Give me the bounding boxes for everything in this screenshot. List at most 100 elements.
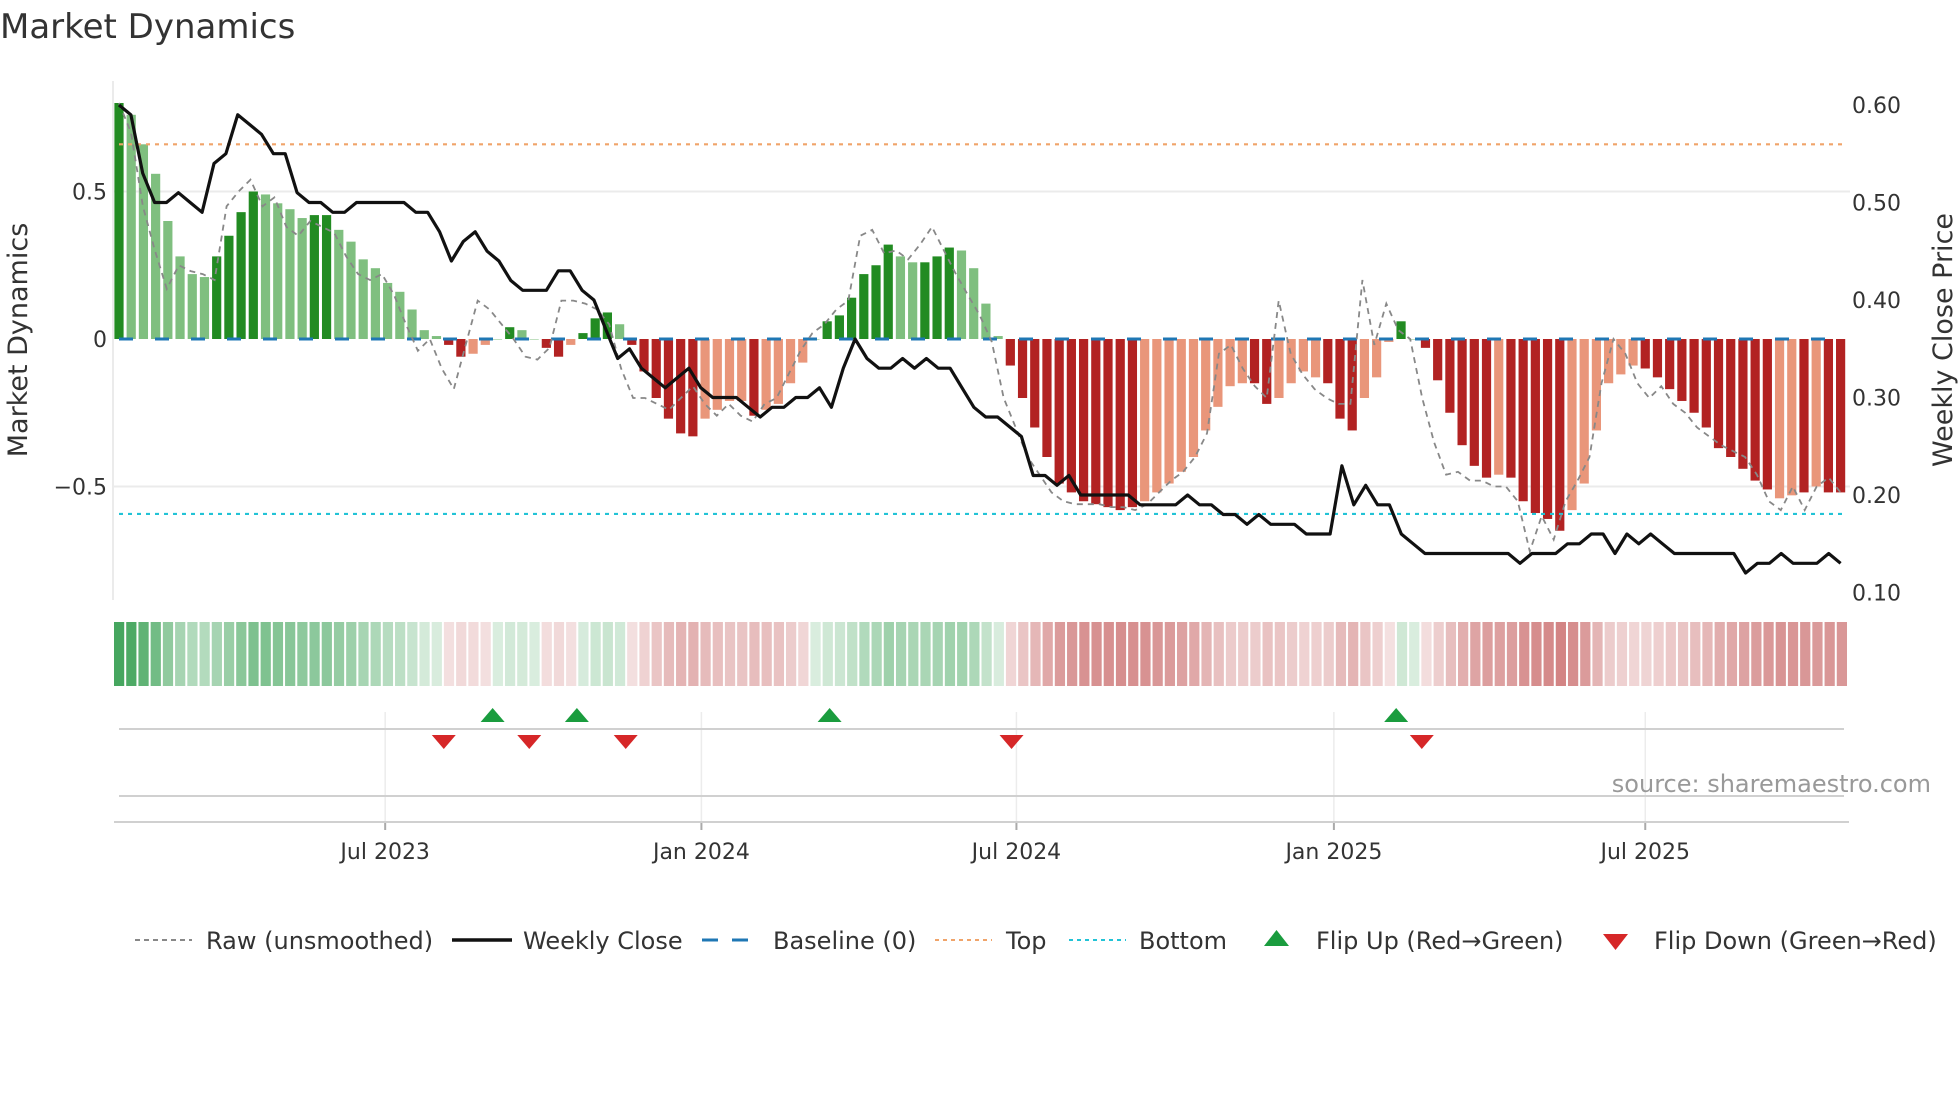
dynamics-bar xyxy=(1567,339,1577,511)
y-tick-label: −0.5 xyxy=(54,476,107,501)
heat-cell xyxy=(395,622,406,686)
dynamics-bar xyxy=(651,339,661,398)
heat-cell xyxy=(969,622,980,686)
dynamics-bar xyxy=(834,315,844,339)
dynamics-bar xyxy=(1604,339,1614,384)
heat-cell xyxy=(1384,622,1395,686)
dynamics-bar xyxy=(1103,339,1113,508)
heat-cell xyxy=(126,622,137,686)
heat-cell xyxy=(1800,622,1811,686)
heat-cell xyxy=(981,622,992,686)
heat-cell xyxy=(492,622,503,686)
heat-cell xyxy=(1299,622,1310,686)
dynamics-bar xyxy=(1335,339,1345,419)
dynamics-bar xyxy=(1811,339,1821,487)
dynamics-bar xyxy=(1249,339,1260,384)
dynamics-bar xyxy=(1689,339,1699,413)
heat-cell xyxy=(1335,622,1347,686)
legend: Raw (unsmoothed) Weekly Close Baseline (0)… xyxy=(135,927,1937,955)
x-tick-label: Jul 2023 xyxy=(338,840,430,865)
heat-cell xyxy=(346,622,357,686)
x-tick-label: Jan 2025 xyxy=(1283,840,1382,865)
heat-cell xyxy=(248,622,259,686)
y2-axis-title: Weekly Close Price xyxy=(1928,213,1959,467)
dynamics-bar xyxy=(895,256,906,339)
dynamics-bar xyxy=(883,244,893,339)
dynamics-bar xyxy=(297,218,307,339)
dynamics-bar xyxy=(1762,339,1772,490)
flip-up-marker xyxy=(564,708,589,722)
dynamics-bar xyxy=(1579,339,1589,484)
y2-tick-label: 0.50 xyxy=(1852,192,1901,217)
heat-cell xyxy=(1641,622,1652,686)
triangle-up-icon xyxy=(1264,930,1289,946)
dynamics-bar xyxy=(932,256,942,339)
heat-cell xyxy=(1067,622,1078,686)
heat-cell xyxy=(175,622,186,686)
heat-cell xyxy=(138,622,149,686)
heat-cell xyxy=(260,622,271,686)
dynamics-bar xyxy=(1701,339,1711,428)
dynamics-bar xyxy=(321,215,332,339)
heat-cell xyxy=(1665,622,1676,686)
heat-cell xyxy=(504,622,516,686)
dynamics-bar xyxy=(1054,339,1064,484)
heat-cell xyxy=(1751,622,1762,686)
dynamics-bar xyxy=(273,203,283,339)
heat-cell xyxy=(1323,622,1334,686)
dynamics-bar xyxy=(1396,321,1406,339)
dynamics-bar xyxy=(1298,339,1308,372)
heat-cell xyxy=(358,622,369,686)
legend-flip-up: Flip Up (Red→Green) xyxy=(1316,927,1564,955)
heat-cell xyxy=(1262,622,1273,686)
heat-cell xyxy=(1176,622,1188,686)
heat-cell xyxy=(382,622,394,686)
heat-cell xyxy=(419,622,430,686)
dynamics-bar xyxy=(114,103,124,339)
flip-down-marker xyxy=(999,735,1024,749)
heat-cell xyxy=(529,622,540,686)
heat-cell xyxy=(553,622,565,686)
legend-bottom: Bottom xyxy=(1139,927,1227,955)
heat-cell xyxy=(1152,622,1163,686)
heat-cell xyxy=(1653,622,1664,686)
heat-cell xyxy=(1128,622,1139,686)
flip-down-marker xyxy=(613,735,638,749)
dynamics-bar xyxy=(224,235,234,339)
heat-cell xyxy=(1506,622,1518,686)
heat-cell xyxy=(1629,622,1640,686)
heat-cell xyxy=(1360,622,1371,686)
dynamics-bar xyxy=(1310,339,1321,378)
heat-cell xyxy=(895,622,907,686)
heat-cell xyxy=(1445,622,1457,686)
heat-cell xyxy=(883,622,894,686)
heat-cell xyxy=(1201,622,1212,686)
dynamics-bar xyxy=(468,339,478,354)
heat-cell xyxy=(1225,622,1237,686)
legend-weekly-close: Weekly Close xyxy=(523,927,683,955)
y2-tick-label: 0.60 xyxy=(1852,94,1901,119)
heat-cell xyxy=(1189,622,1200,686)
heat-cell xyxy=(468,622,479,686)
dynamics-bar xyxy=(785,339,796,384)
dynamics-bar xyxy=(1652,339,1663,378)
heat-cell xyxy=(1494,622,1505,686)
dynamics-bar xyxy=(1323,339,1333,384)
heat-cell xyxy=(236,622,247,686)
dynamics-bar xyxy=(1201,339,1211,431)
heat-cell xyxy=(480,622,491,686)
dynamics-bar xyxy=(1665,339,1675,390)
heat-cell xyxy=(1005,622,1017,686)
dynamics-bar xyxy=(1030,339,1040,428)
dynamics-bar xyxy=(358,259,368,339)
heat-cell xyxy=(297,622,308,686)
dynamics-bar xyxy=(431,336,442,339)
dynamics-bar xyxy=(1750,339,1760,481)
heat-cell xyxy=(370,622,381,686)
dynamics-bar xyxy=(847,297,857,339)
dynamics-bar xyxy=(1140,339,1150,502)
dynamics-bar xyxy=(761,339,771,410)
heat-cell xyxy=(223,622,235,686)
dynamics-bar xyxy=(1799,339,1809,493)
heat-cell xyxy=(1079,622,1090,686)
